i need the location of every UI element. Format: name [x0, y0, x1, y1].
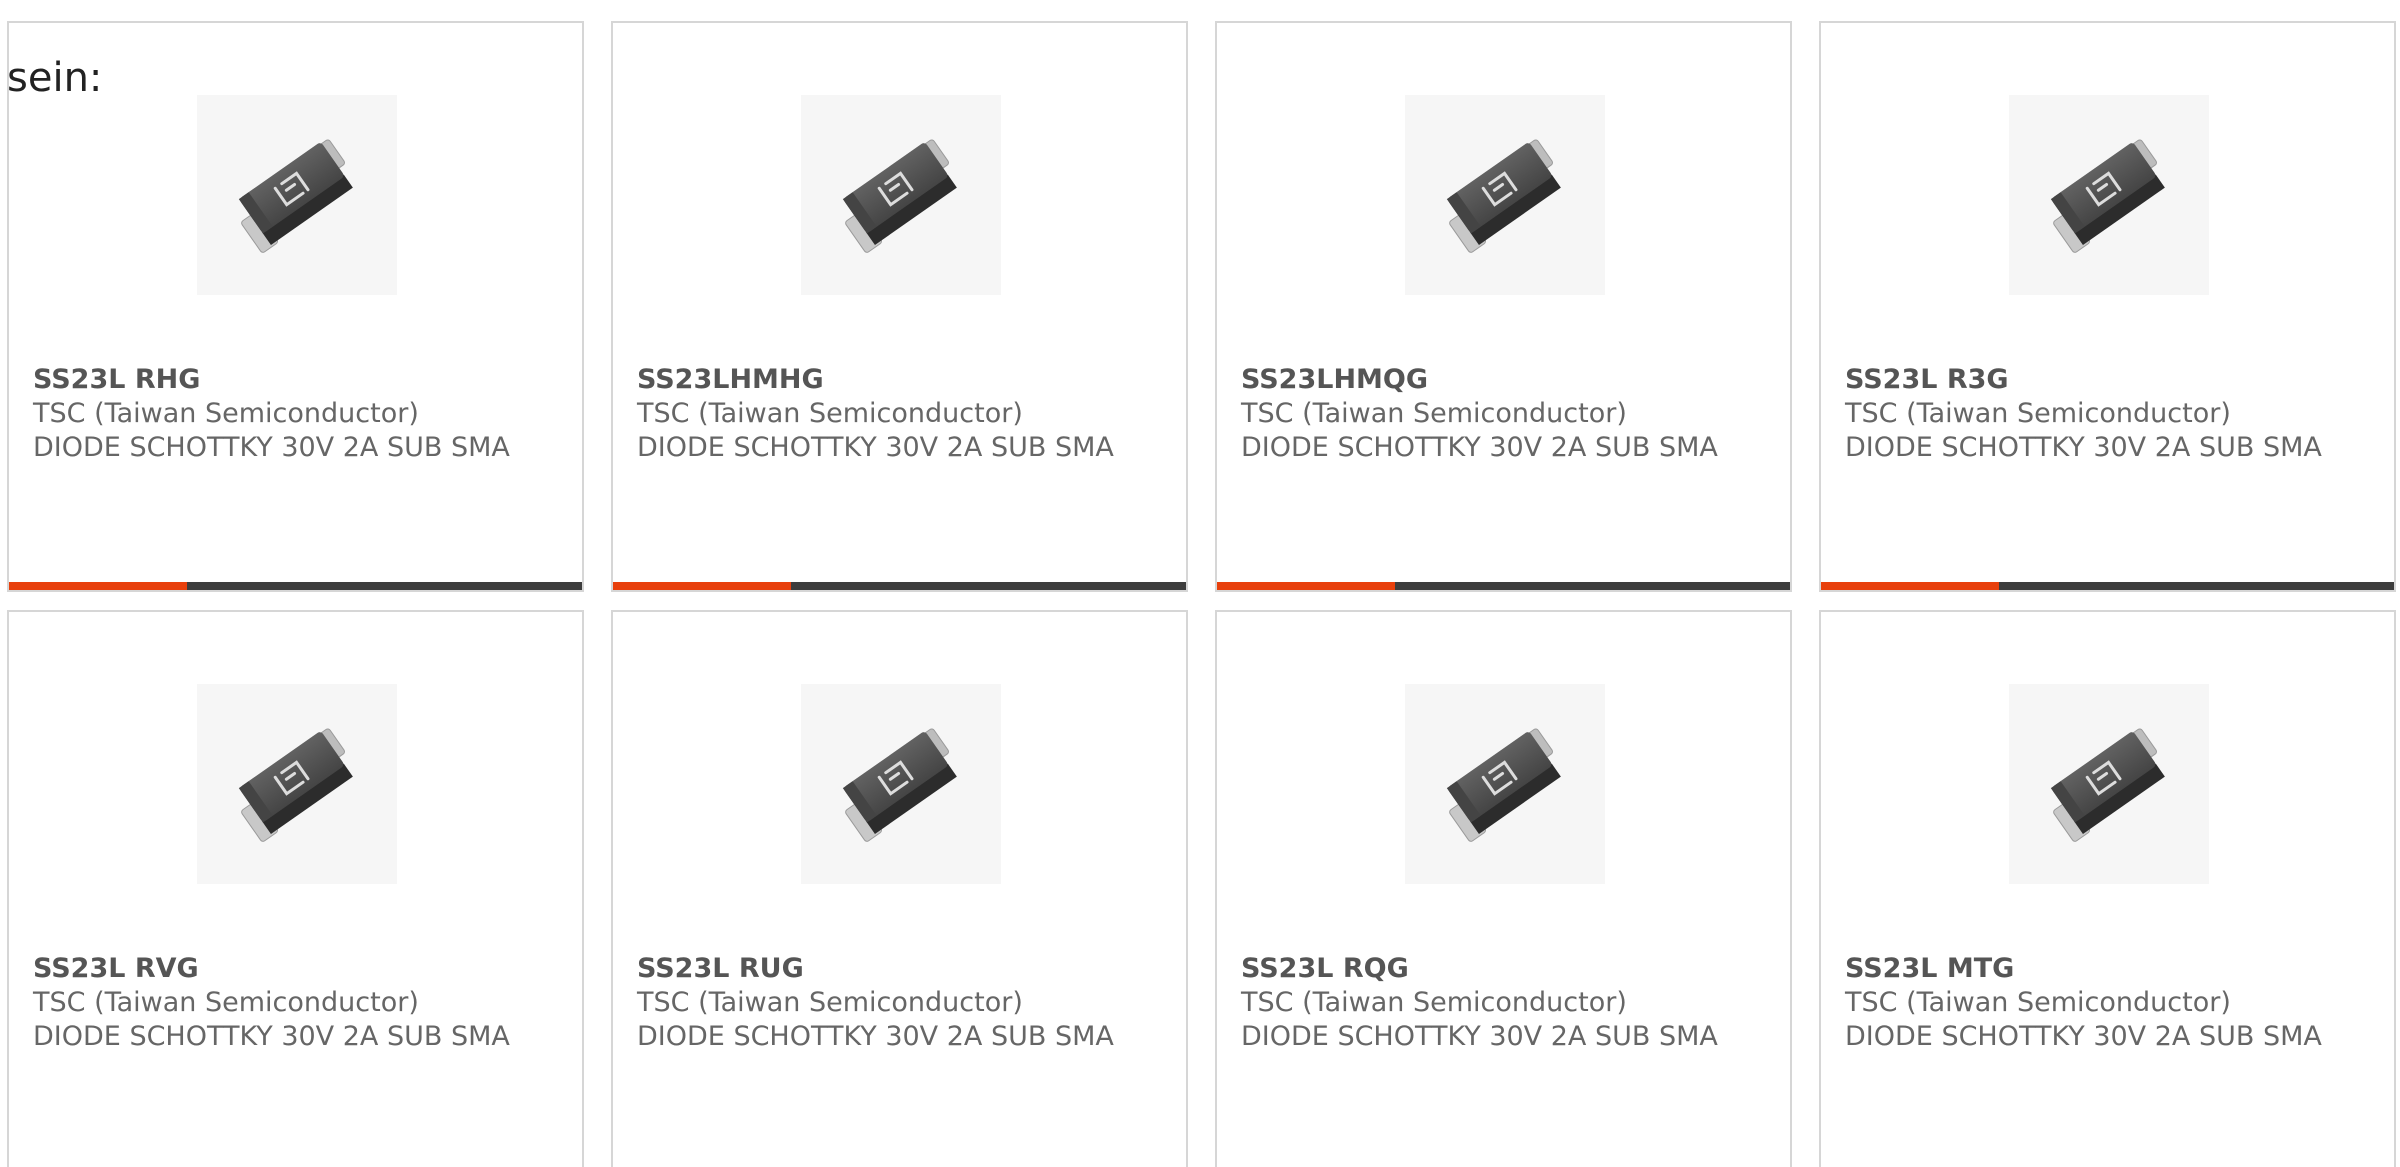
product-info: SS23L RQG TSC (Taiwan Semiconductor) DIO… — [1241, 952, 1761, 1054]
diode-package-icon — [1405, 95, 1605, 295]
product-part-number[interactable]: SS23L R3G — [1845, 363, 2365, 397]
product-description: DIODE SCHOTTKY 30V 2A SUB SMA — [637, 1021, 1114, 1052]
progress-bar — [1821, 582, 2394, 590]
product-part-number[interactable]: SS23LHMQG — [1241, 363, 1761, 397]
product-info: SS23L RUG TSC (Taiwan Semiconductor) DIO… — [637, 952, 1157, 1054]
diode-package-icon — [801, 684, 1001, 884]
product-manufacturer: TSC (Taiwan Semiconductor) — [637, 987, 1023, 1018]
product-manufacturer: TSC (Taiwan Semiconductor) — [1845, 398, 2231, 429]
product-card[interactable]: SS23L MTG TSC (Taiwan Semiconductor) DIO… — [1819, 610, 2396, 1167]
product-manufacturer: TSC (Taiwan Semiconductor) — [637, 398, 1023, 429]
intro-text: sein: — [7, 55, 103, 101]
product-part-number[interactable]: SS23L RVG — [33, 952, 553, 986]
progress-bar — [1217, 582, 1790, 590]
product-part-number[interactable]: SS23L RQG — [1241, 952, 1761, 986]
product-card[interactable]: SS23L RVG TSC (Taiwan Semiconductor) DIO… — [7, 610, 584, 1167]
product-info: SS23LHMHG TSC (Taiwan Semiconductor) DIO… — [637, 363, 1157, 465]
product-manufacturer: TSC (Taiwan Semiconductor) — [33, 398, 419, 429]
progress-bar-fill — [1217, 582, 1395, 590]
product-manufacturer: TSC (Taiwan Semiconductor) — [1241, 987, 1627, 1018]
product-description: DIODE SCHOTTKY 30V 2A SUB SMA — [33, 1021, 510, 1052]
product-part-number[interactable]: SS23L MTG — [1845, 952, 2365, 986]
product-card[interactable]: SS23L R3G TSC (Taiwan Semiconductor) DIO… — [1819, 21, 2396, 592]
product-card[interactable]: SS23L RQG TSC (Taiwan Semiconductor) DIO… — [1215, 610, 1792, 1167]
product-description: DIODE SCHOTTKY 30V 2A SUB SMA — [1241, 1021, 1718, 1052]
page: SS23L RHG TSC (Taiwan Semiconductor) DIO… — [0, 0, 2400, 1167]
product-manufacturer: TSC (Taiwan Semiconductor) — [1241, 398, 1627, 429]
product-card[interactable]: SS23L RUG TSC (Taiwan Semiconductor) DIO… — [611, 610, 1188, 1167]
product-info: SS23L R3G TSC (Taiwan Semiconductor) DIO… — [1845, 363, 2365, 465]
product-card[interactable]: SS23LHMHG TSC (Taiwan Semiconductor) DIO… — [611, 21, 1188, 592]
product-description: DIODE SCHOTTKY 30V 2A SUB SMA — [1241, 432, 1718, 463]
product-manufacturer: TSC (Taiwan Semiconductor) — [1845, 987, 2231, 1018]
diode-package-icon — [1405, 684, 1605, 884]
progress-bar-fill — [1821, 582, 1999, 590]
product-description: DIODE SCHOTTKY 30V 2A SUB SMA — [1845, 1021, 2322, 1052]
product-info: SS23LHMQG TSC (Taiwan Semiconductor) DIO… — [1241, 363, 1761, 465]
product-manufacturer: TSC (Taiwan Semiconductor) — [33, 987, 419, 1018]
progress-bar — [9, 582, 582, 590]
diode-package-icon — [2009, 95, 2209, 295]
progress-bar-fill — [613, 582, 791, 590]
product-part-number[interactable]: SS23LHMHG — [637, 363, 1157, 397]
product-description: DIODE SCHOTTKY 30V 2A SUB SMA — [637, 432, 1114, 463]
product-info: SS23L RHG TSC (Taiwan Semiconductor) DIO… — [33, 363, 553, 465]
product-info: SS23L MTG TSC (Taiwan Semiconductor) DIO… — [1845, 952, 2365, 1054]
progress-bar — [613, 582, 1186, 590]
progress-bar-fill — [9, 582, 187, 590]
product-card[interactable]: SS23L RHG TSC (Taiwan Semiconductor) DIO… — [7, 21, 584, 592]
product-part-number[interactable]: SS23L RHG — [33, 363, 553, 397]
product-part-number[interactable]: SS23L RUG — [637, 952, 1157, 986]
diode-package-icon — [197, 684, 397, 884]
product-card[interactable]: SS23LHMQG TSC (Taiwan Semiconductor) DIO… — [1215, 21, 1792, 592]
product-info: SS23L RVG TSC (Taiwan Semiconductor) DIO… — [33, 952, 553, 1054]
diode-package-icon — [2009, 684, 2209, 884]
diode-package-icon — [801, 95, 1001, 295]
product-description: DIODE SCHOTTKY 30V 2A SUB SMA — [33, 432, 510, 463]
product-description: DIODE SCHOTTKY 30V 2A SUB SMA — [1845, 432, 2322, 463]
diode-package-icon — [197, 95, 397, 295]
